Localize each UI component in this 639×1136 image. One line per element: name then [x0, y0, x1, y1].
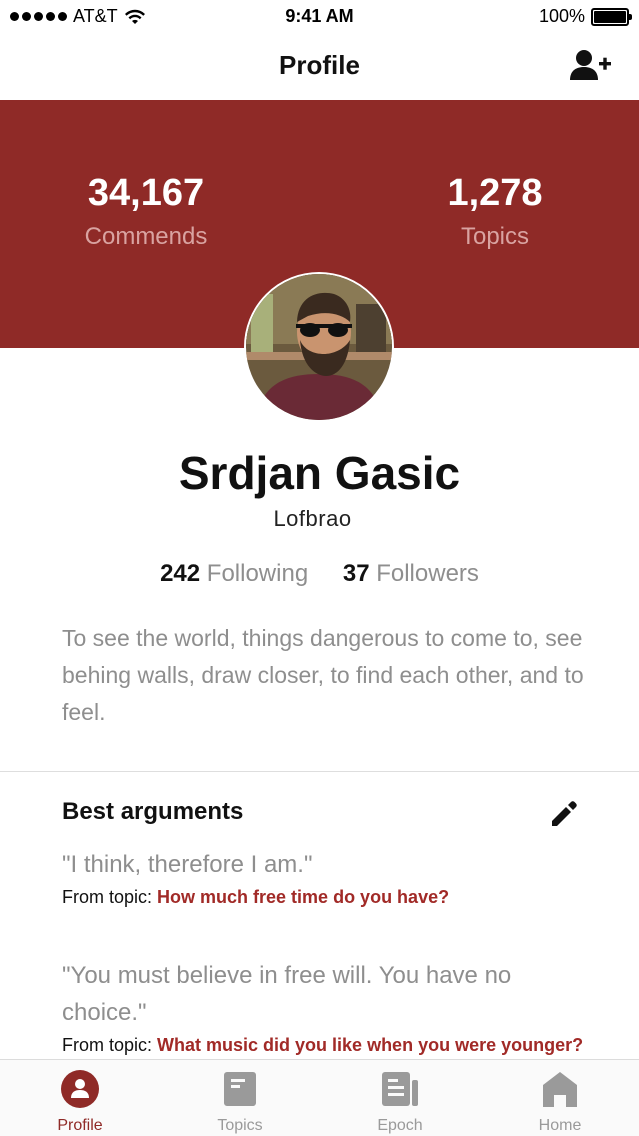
argument-quote: "I think, therefore I am." [62, 851, 313, 878]
add-user-button[interactable] [569, 48, 613, 84]
following-link[interactable]: 242 Following [160, 560, 308, 588]
commends-stat[interactable]: 34,167 Commends [26, 172, 266, 251]
avatar-photo [246, 274, 392, 420]
argument-item[interactable]: "I think, therefore I am." From topic: H… [62, 846, 602, 908]
commends-label: Commends [84, 223, 208, 250]
tab-epoch[interactable]: Epoch [320, 1060, 480, 1136]
add-user-icon [570, 50, 611, 80]
status-right: 100% [538, 6, 632, 27]
commends-count: 34,167 [87, 172, 205, 214]
profile-username: Lofbrao [273, 506, 352, 531]
argument-quote: "You must believe in free will. You have… [62, 962, 512, 1026]
battery-icon [591, 7, 632, 26]
tab-label: Topics [217, 1117, 263, 1134]
topics-icon [224, 1072, 256, 1106]
follow-stats: 242 Following 37 Followers [0, 560, 639, 588]
topics-count: 1,278 [447, 172, 543, 214]
argument-source: From topic: How much free time do you ha… [62, 887, 602, 908]
avatar[interactable] [244, 272, 394, 422]
argument-item[interactable]: "You must believe in free will. You have… [62, 957, 602, 1056]
status-bar: AT&T 9:41 AM 100% [0, 0, 639, 34]
argument-source-prefix: From topic: [62, 887, 158, 907]
following-count: 242 [160, 560, 201, 587]
tab-profile[interactable]: Profile [0, 1060, 160, 1136]
battery-percent: 100% [538, 6, 585, 26]
battery-fill [594, 10, 626, 23]
argument-topic-link[interactable]: How much free time do you have? [157, 887, 449, 907]
best-arguments-title: Best arguments [62, 798, 244, 825]
followers-count: 37 [342, 560, 370, 587]
navigation-bar: Profile [0, 34, 639, 100]
following-label: Following [206, 560, 309, 587]
tab-label: Epoch [377, 1117, 423, 1134]
tab-label: Profile [57, 1117, 103, 1134]
tab-bar: Profile Topics Epoch Home [0, 1059, 639, 1136]
topics-stat[interactable]: 1,278 Topics [375, 172, 615, 251]
tab-label: Home [538, 1117, 582, 1134]
followers-link[interactable]: 37 Followers [343, 560, 479, 588]
tab-topics[interactable]: Topics [160, 1060, 320, 1136]
profile-bio: To see the world, things dangerous to co… [62, 625, 584, 725]
argument-source-prefix: From topic: [62, 1035, 158, 1055]
epoch-icon [382, 1072, 418, 1106]
page-title: Profile [279, 50, 360, 80]
tab-home[interactable]: Home [480, 1060, 639, 1136]
profile-name: Srdjan Gasic [178, 447, 461, 499]
home-icon [543, 1072, 577, 1107]
argument-topic-link[interactable]: What music did you like when you were yo… [157, 1035, 583, 1055]
section-divider [0, 771, 639, 772]
argument-source: From topic: What music did you like when… [62, 1035, 602, 1056]
edit-arguments-button[interactable] [549, 799, 579, 829]
followers-label: Followers [376, 560, 479, 587]
topics-label: Topics [460, 223, 530, 250]
profile-icon [61, 1070, 99, 1108]
pencil-icon [552, 801, 577, 826]
